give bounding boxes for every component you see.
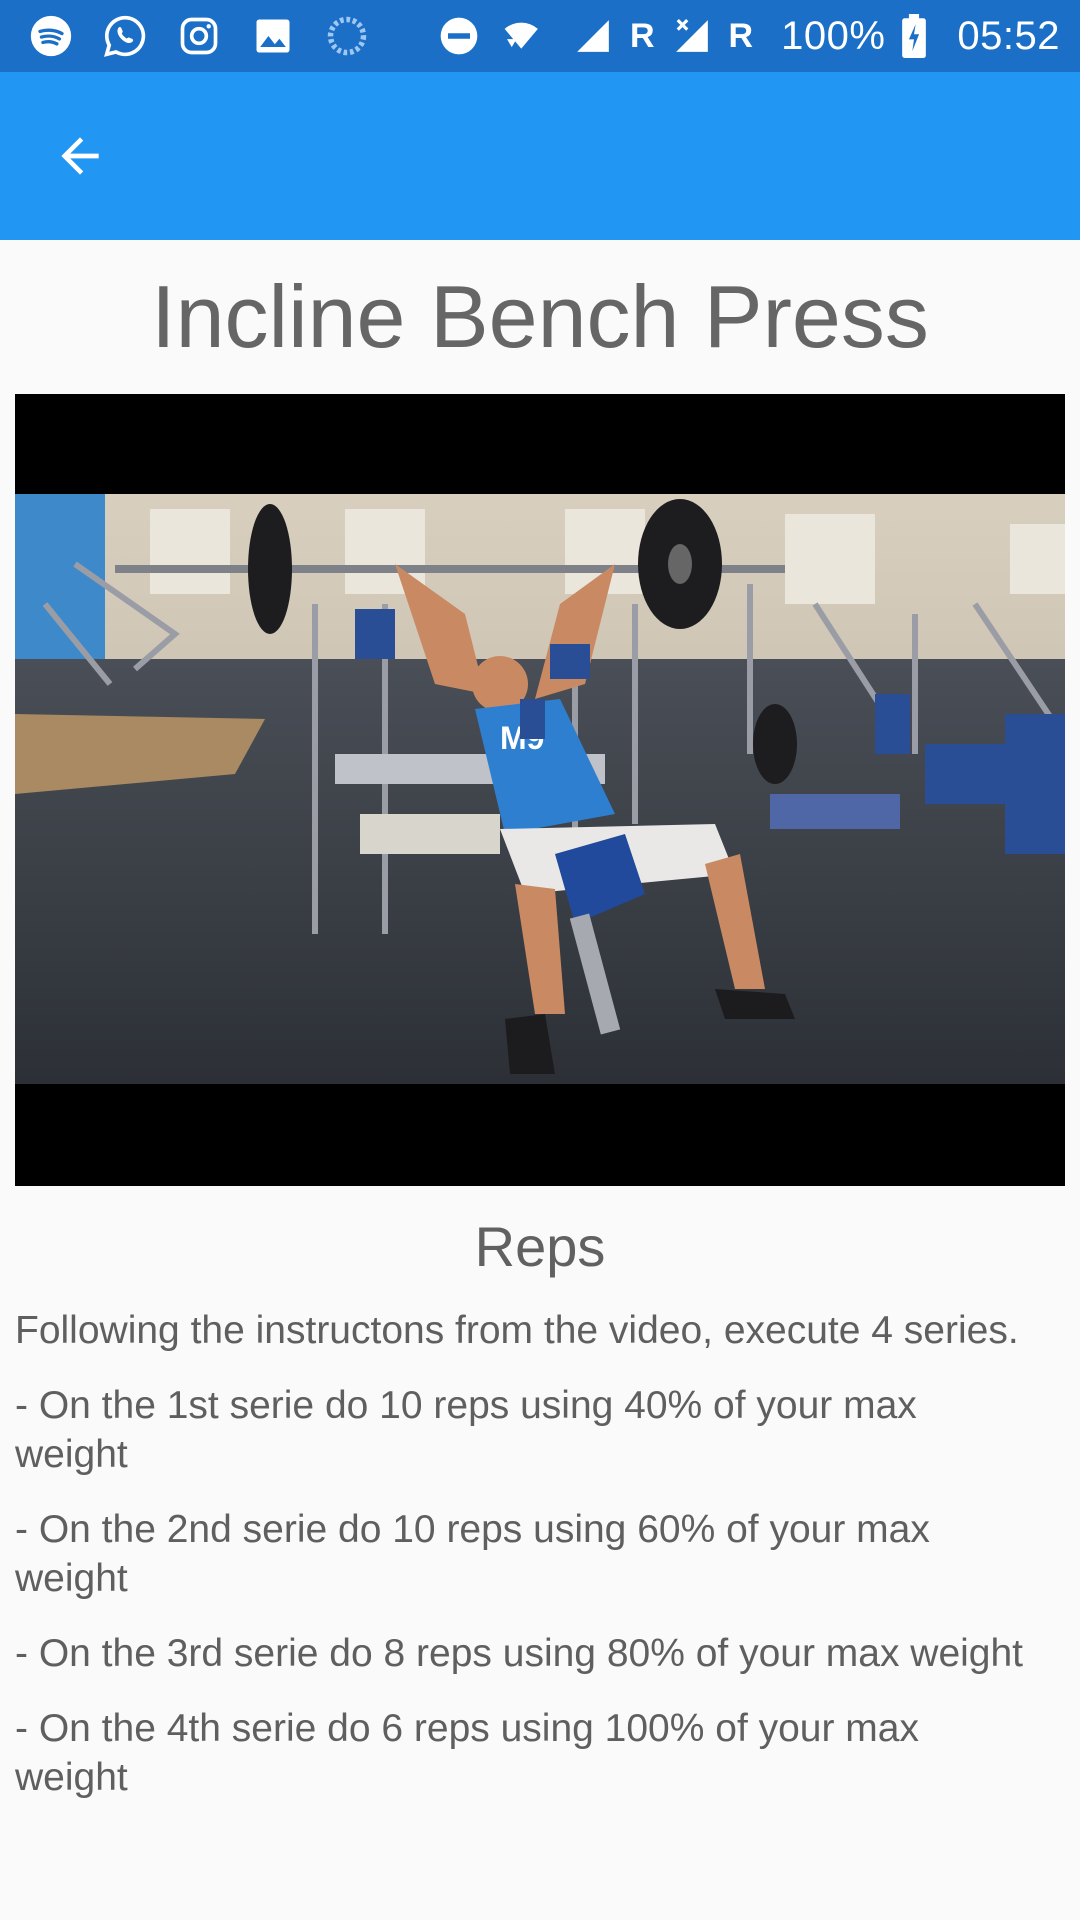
do-not-disturb-icon xyxy=(436,13,482,59)
back-button[interactable] xyxy=(40,116,120,196)
spotify-icon xyxy=(28,13,74,59)
reps-instructions: Following the instructons from the video… xyxy=(15,1306,1025,1828)
reps-intro: Following the instructons from the video… xyxy=(15,1309,1019,1352)
battery-charging-icon xyxy=(899,13,929,59)
roaming-indicator: R xyxy=(728,16,754,55)
arrow-back-icon xyxy=(61,137,99,175)
reps-heading: Reps xyxy=(474,1215,606,1278)
wifi-icon xyxy=(496,13,556,59)
roaming-indicator: R xyxy=(629,16,655,55)
series-item: - On the 4th serie do 6 reps using 100% … xyxy=(15,1707,919,1799)
clock: 05:52 xyxy=(957,13,1060,58)
video-thumbnail: M9 xyxy=(15,494,1065,1084)
series-item: - On the 3rd serie do 8 reps using 80% o… xyxy=(15,1632,1024,1675)
signal-no-data-icon xyxy=(669,13,715,59)
status-bar: R R 100% 05:52 xyxy=(0,0,1080,72)
signal-icon xyxy=(570,13,616,59)
sync-icon xyxy=(324,13,370,59)
page-title: Incline Bench Press xyxy=(151,267,929,366)
app-bar xyxy=(0,72,1080,240)
battery-percentage: 100% xyxy=(781,13,886,58)
gallery-icon xyxy=(250,13,296,59)
instagram-icon xyxy=(176,13,222,59)
whatsapp-icon xyxy=(102,13,148,59)
exercise-video[interactable]: M9 xyxy=(15,394,1065,1186)
series-item: - On the 1st serie do 10 reps using 40% … xyxy=(15,1384,917,1476)
series-item: - On the 2nd serie do 10 reps using 60% … xyxy=(15,1508,930,1600)
